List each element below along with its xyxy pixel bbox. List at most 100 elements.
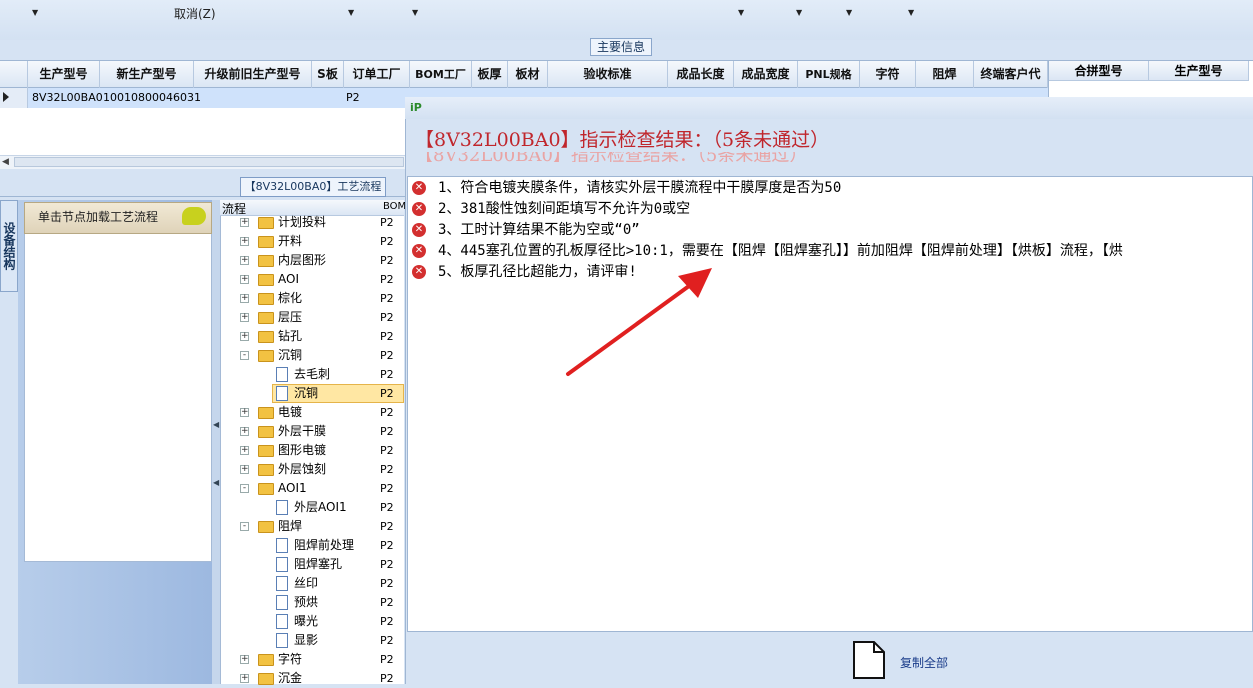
error-message: 2、381酸性蚀刻间距填写不允许为0或空 — [438, 201, 691, 217]
tree-header-bom[interactable]: BOM — [383, 201, 406, 212]
panel-splitter[interactable] — [212, 200, 220, 684]
tree-node-label[interactable]: 层压 — [278, 308, 302, 327]
col-header[interactable]: 字符 — [860, 61, 916, 88]
col-header[interactable]: BOM工厂 — [410, 61, 472, 88]
expand-icon[interactable]: + — [240, 313, 249, 322]
cell-order-factory[interactable]: P2 — [346, 88, 360, 108]
expand-icon[interactable]: + — [240, 332, 249, 341]
collapse-icon[interactable]: - — [240, 351, 249, 360]
dropdown-arrow-icon[interactable]: ▼ — [348, 8, 354, 17]
error-icon: ✕ — [412, 223, 426, 237]
col-header[interactable]: 订单工厂 — [344, 61, 410, 88]
folder-icon — [258, 464, 274, 476]
tree-node-bom: P2 — [380, 634, 394, 647]
tree-node-bom: P2 — [380, 444, 394, 457]
expand-icon[interactable]: + — [240, 446, 249, 455]
speech-bubble-icon — [182, 207, 206, 225]
col-header[interactable]: S板 — [312, 61, 344, 88]
dialog-titlebar[interactable] — [405, 97, 1253, 119]
tab-device-structure[interactable]: 设备结构 — [0, 200, 18, 292]
tree-node-label[interactable]: AOI1 — [278, 479, 307, 498]
tree-node-label[interactable]: 开料 — [278, 232, 302, 251]
folder-icon — [258, 236, 274, 248]
expand-icon[interactable]: + — [240, 256, 249, 265]
expand-icon[interactable]: + — [240, 465, 249, 474]
document-icon — [276, 386, 288, 401]
cell-new-product-model[interactable]: 10010800046031 — [103, 88, 201, 108]
folder-icon — [258, 350, 274, 362]
grid-corner — [0, 61, 28, 88]
col-header[interactable]: PNL规格 — [798, 61, 860, 88]
tree-node-label[interactable]: 外层AOI1 — [294, 498, 347, 517]
col-header[interactable]: 阻焊 — [916, 61, 974, 88]
col-header[interactable]: 合拼型号 — [1049, 61, 1149, 81]
collapse-left-icon[interactable]: ◀ — [213, 420, 219, 429]
tree-node-label[interactable]: 沉铜 — [294, 384, 318, 403]
tree-header-flow[interactable]: 流程 — [222, 200, 246, 217]
cell-product-model[interactable]: 8V32L00BA0 — [32, 88, 103, 108]
scroll-left-icon[interactable]: ◀ — [2, 157, 9, 167]
tree-node-label[interactable]: 曝光 — [294, 612, 318, 631]
structure-hint-label: 单击节点加载工艺流程 — [38, 210, 159, 224]
tree-node-label[interactable]: 外层蚀刻 — [278, 460, 326, 479]
tree-node-label[interactable]: 字符 — [278, 650, 302, 669]
dropdown-arrow-icon[interactable]: ▼ — [32, 8, 38, 17]
collapse-icon[interactable]: - — [240, 522, 249, 531]
col-header[interactable]: 板厚 — [472, 61, 508, 88]
tree-node-label[interactable]: 内层图形 — [278, 251, 326, 270]
copy-all-button[interactable]: 复制全部 — [900, 654, 948, 671]
col-header[interactable]: 生产型号 — [28, 61, 100, 88]
col-header[interactable]: 成品长度 — [668, 61, 734, 88]
tab-main-info[interactable]: 主要信息 — [590, 38, 652, 56]
col-header[interactable]: 终端客户代 — [974, 61, 1048, 88]
tree-node-label[interactable]: 钻孔 — [278, 327, 302, 346]
tree-node-bom: P2 — [380, 387, 394, 400]
expand-icon[interactable]: + — [240, 275, 249, 284]
dropdown-arrow-icon[interactable]: ▼ — [738, 8, 744, 17]
tab-process-flow[interactable]: 【8V32L00BA0】工艺流程 — [240, 177, 386, 197]
dropdown-arrow-icon[interactable]: ▼ — [796, 8, 802, 17]
error-icon: ✕ — [412, 265, 426, 279]
tree-node-label[interactable]: 去毛刺 — [294, 365, 330, 384]
tree-node-label[interactable]: 阻焊塞孔 — [294, 555, 342, 574]
tree-node-bom: P2 — [380, 672, 394, 685]
col-header[interactable]: 新生产型号 — [100, 61, 194, 88]
tree-node-label[interactable]: 预烘 — [294, 593, 318, 612]
col-header[interactable]: 验收标准 — [548, 61, 668, 88]
document-icon — [276, 633, 288, 648]
tree-node-label[interactable]: 阻焊前处理 — [294, 536, 354, 555]
tree-node-label[interactable]: 显影 — [294, 631, 318, 650]
expand-icon[interactable]: + — [240, 408, 249, 417]
tree-node-label[interactable]: 计划投料 — [278, 213, 326, 232]
expand-icon[interactable]: + — [240, 294, 249, 303]
dropdown-arrow-icon[interactable]: ▼ — [908, 8, 914, 17]
tree-node-label[interactable]: 外层干膜 — [278, 422, 326, 441]
expand-icon[interactable]: + — [240, 237, 249, 246]
dropdown-arrow-icon[interactable]: ▼ — [412, 8, 418, 17]
document-icon[interactable] — [852, 640, 886, 680]
tree-node-label[interactable]: 棕化 — [278, 289, 302, 308]
tree-node-label[interactable]: 图形电镀 — [278, 441, 326, 460]
tree-node-label[interactable]: 沉铜 — [278, 346, 302, 365]
tree-node-label[interactable]: 电镀 — [278, 403, 302, 422]
grid-header: 生产型号 新生产型号 升级前旧生产型号 S板 订单工厂 BOM工厂 板厚 板材 … — [0, 61, 1048, 88]
col-header[interactable]: 升级前旧生产型号 — [194, 61, 312, 88]
expand-icon[interactable]: + — [240, 674, 249, 683]
cancel-button[interactable]: 取消(Z) — [174, 5, 216, 22]
expand-icon[interactable]: + — [240, 655, 249, 664]
tree-node-label[interactable]: 丝印 — [294, 574, 318, 593]
scrollbar-thumb[interactable] — [14, 157, 404, 167]
collapse-left-icon[interactable]: ◀ — [213, 478, 219, 487]
tree-node-label[interactable]: 沉金 — [278, 669, 302, 688]
expand-icon[interactable]: + — [240, 218, 249, 227]
document-icon — [276, 557, 288, 572]
tree-node-label[interactable]: AOI — [278, 270, 299, 289]
col-header[interactable]: 成品宽度 — [734, 61, 798, 88]
tree-node-label[interactable]: 阻焊 — [278, 517, 302, 536]
folder-icon — [258, 673, 274, 685]
expand-icon[interactable]: + — [240, 427, 249, 436]
dropdown-arrow-icon[interactable]: ▼ — [846, 8, 852, 17]
col-header[interactable]: 生产型号 — [1149, 61, 1249, 81]
collapse-icon[interactable]: - — [240, 484, 249, 493]
col-header[interactable]: 板材 — [508, 61, 548, 88]
